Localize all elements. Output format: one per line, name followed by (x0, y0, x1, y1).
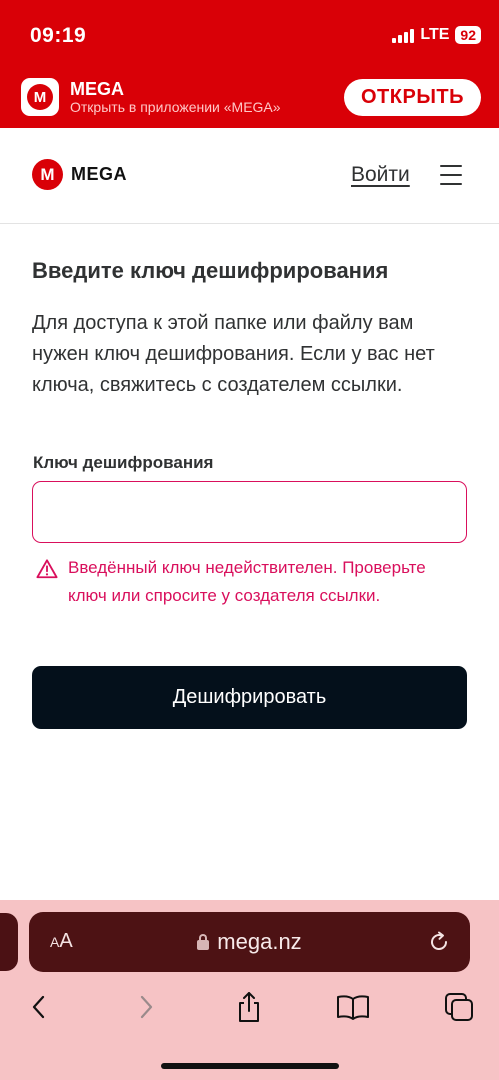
safari-toolbar: AA mega.nz (0, 900, 499, 1080)
battery-icon: 92 (455, 26, 481, 44)
forward-icon[interactable] (129, 990, 163, 1024)
url-text: mega.nz (217, 929, 302, 954)
banner-subtitle: Открыть в приложении «MEGA» (70, 99, 281, 115)
hamburger-menu-icon[interactable] (440, 165, 462, 185)
page-title: Введите ключ дешифрирования (32, 258, 389, 283)
page-description: Для доступа к этой папке или файлу вам н… (32, 312, 435, 396)
decrypt-button[interactable]: Дешифрировать (32, 666, 467, 729)
previous-tab-edge[interactable] (0, 913, 18, 971)
signal-icon (392, 27, 415, 43)
bookmarks-icon[interactable] (336, 990, 370, 1024)
open-in-app-button[interactable]: ОТКРЫТЬ (344, 79, 481, 116)
login-link[interactable]: Войти (351, 163, 410, 187)
share-icon[interactable] (232, 990, 266, 1024)
decryption-key-input[interactable] (32, 481, 467, 543)
mega-logo-mark: M (27, 84, 53, 110)
mega-app-icon: M (21, 78, 59, 116)
error-text: Введённый ключ недействителен. Проверьте… (68, 558, 426, 605)
address-bar[interactable]: AA mega.nz (29, 912, 470, 972)
url-display[interactable]: mega.nz (29, 912, 470, 972)
home-indicator (161, 1063, 339, 1069)
banner-app-name: MEGA (70, 79, 124, 99)
app-smart-banner[interactable]: M MEGA Открыть в приложении «MEGA» ОТКРЫ… (0, 70, 499, 128)
mega-logo-icon: M (32, 159, 63, 190)
mega-logo[interactable]: M MEGA (32, 159, 127, 190)
key-field-label: Ключ дешифрования (33, 453, 214, 472)
status-bar: 09:19 LTE 92 (0, 0, 499, 70)
mega-logo-text: MEGA (71, 164, 127, 184)
safari-bottom-toolbar (0, 985, 499, 1030)
warning-icon (36, 559, 58, 579)
network-type: LTE (420, 26, 450, 43)
reload-icon[interactable] (427, 930, 451, 954)
tabs-icon[interactable] (442, 990, 476, 1024)
site-header: M MEGA Войти (0, 128, 499, 224)
lock-icon (197, 934, 210, 950)
status-time: 09:19 (30, 24, 87, 47)
back-icon[interactable] (22, 990, 56, 1024)
status-indicators: LTE 92 (392, 26, 481, 44)
